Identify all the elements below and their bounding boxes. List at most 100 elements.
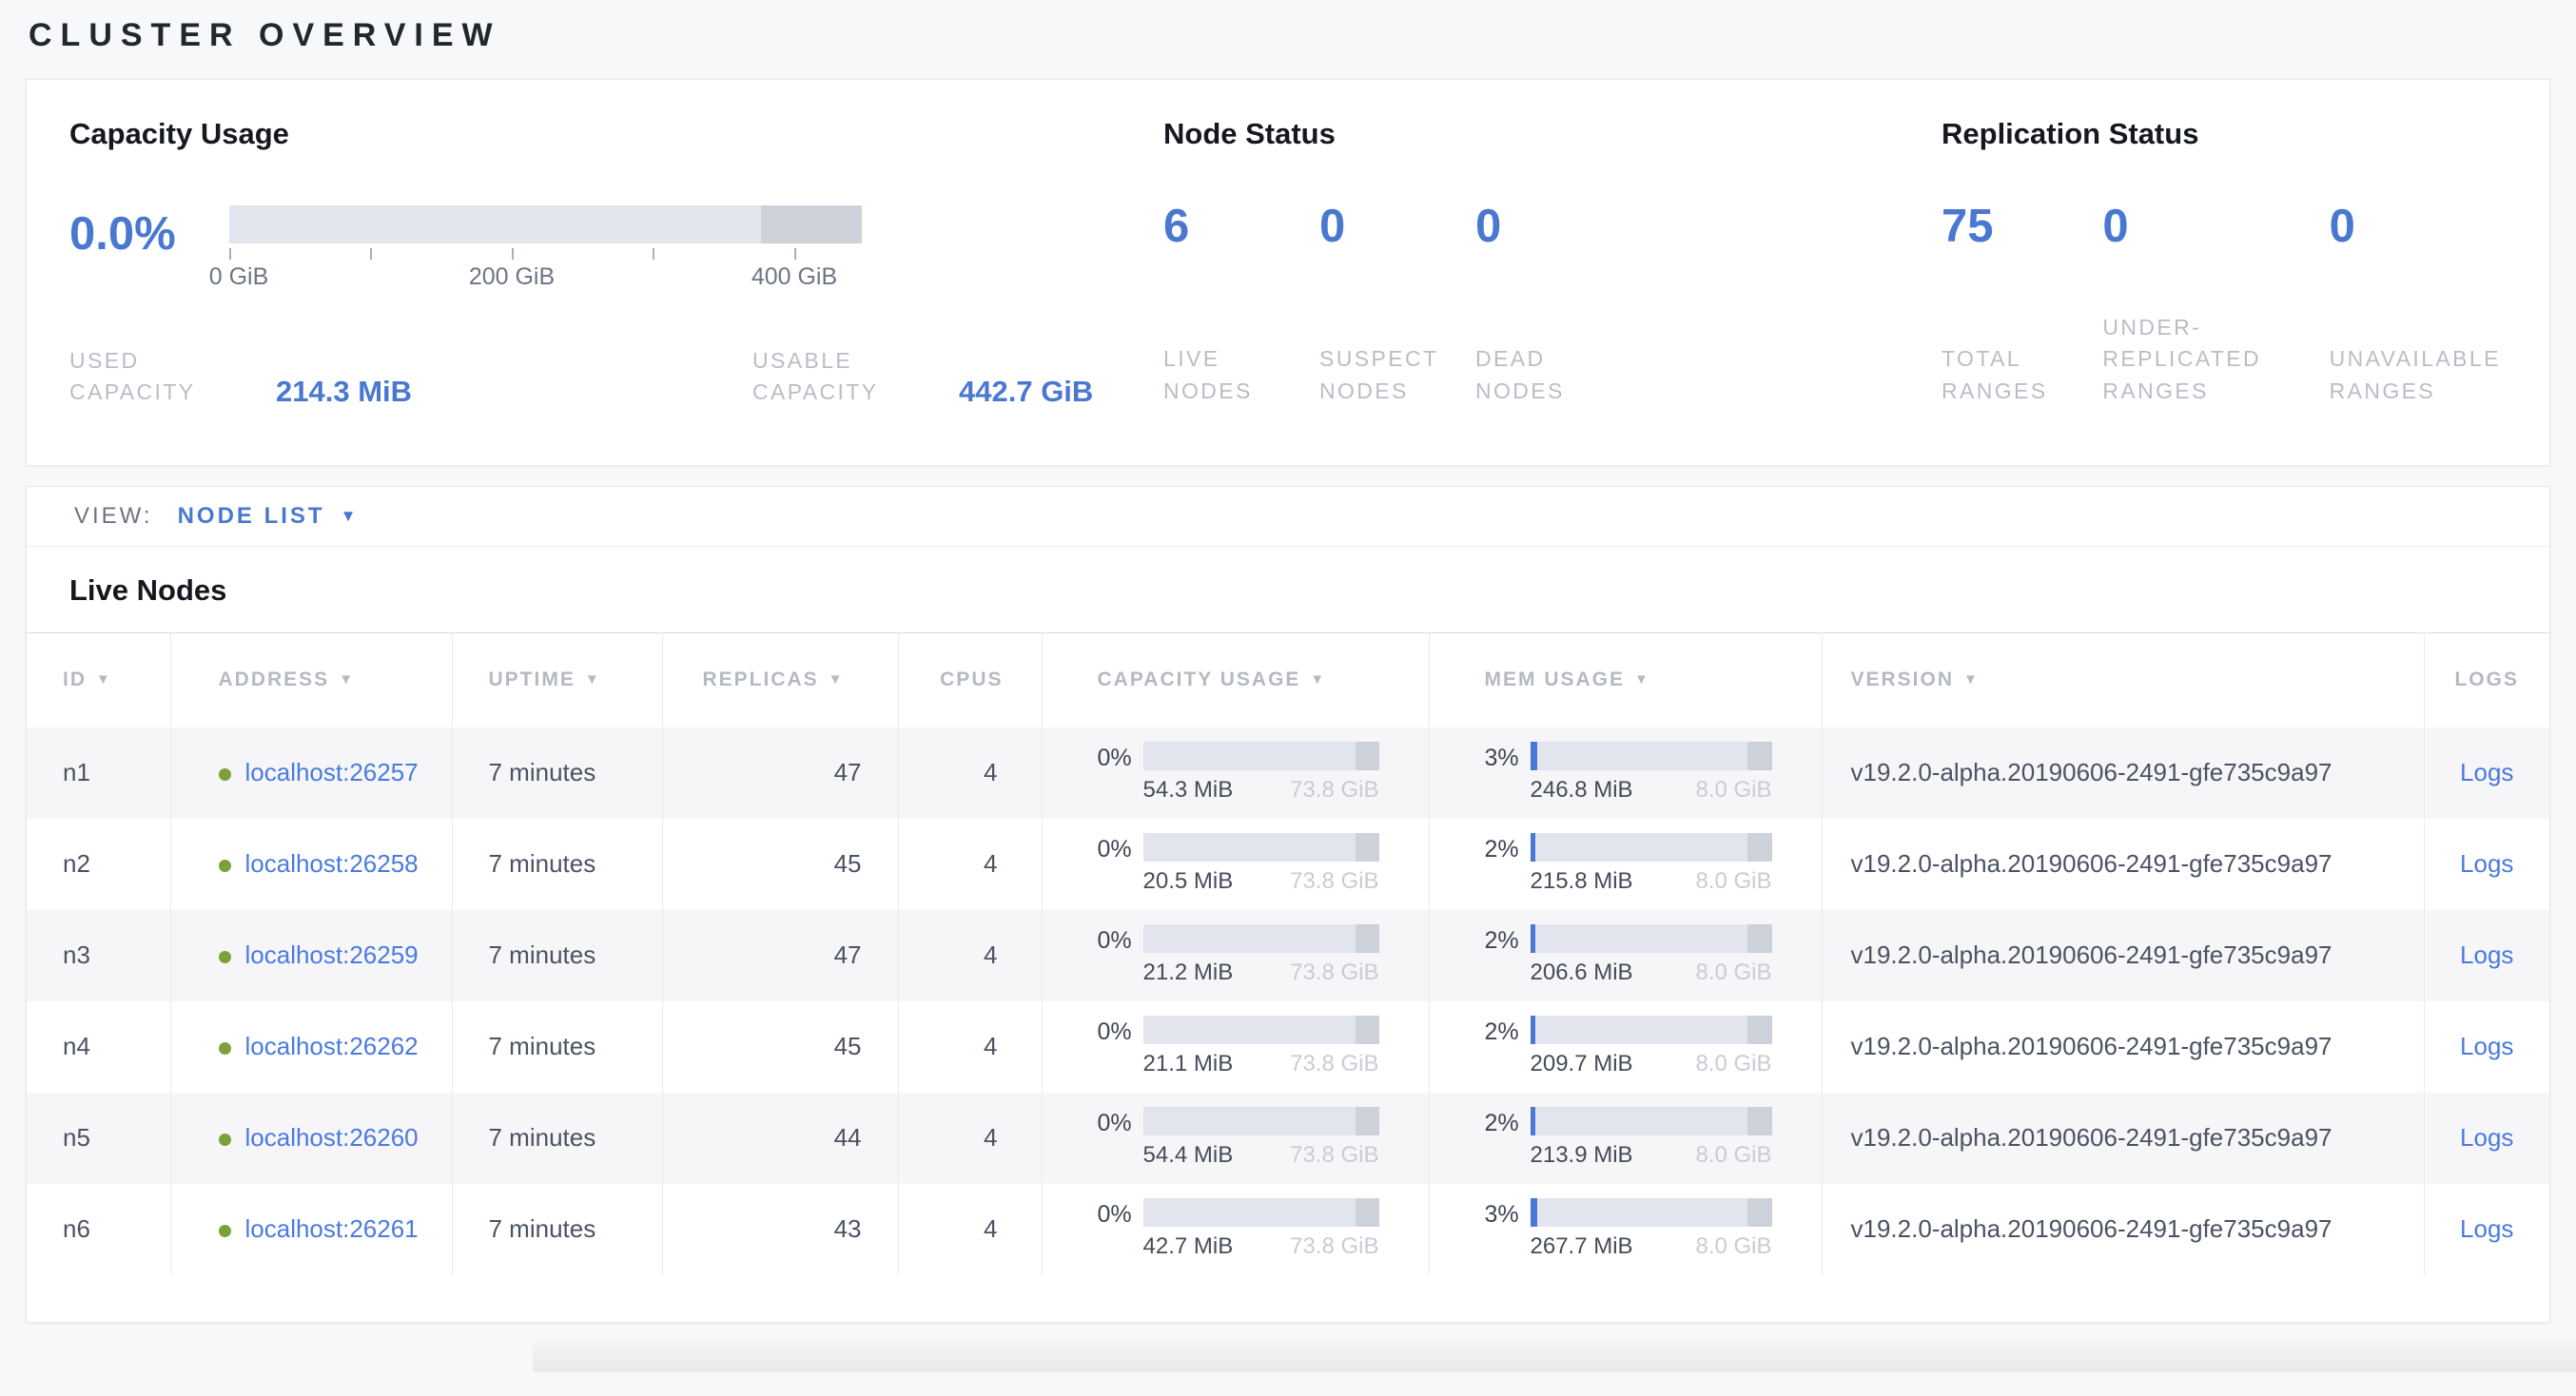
column-header-address[interactable]: ADDRESS▼ xyxy=(170,633,452,727)
mem-used-value: 206.6 MiB xyxy=(1531,960,1633,986)
capacity-bar-track xyxy=(229,205,862,243)
stat-value: 75 xyxy=(1942,204,2102,250)
stat-value: 6 xyxy=(1163,204,1319,250)
table-row: n1 localhost:26257 7 minutes 47 4 0% 54.… xyxy=(27,727,2549,819)
cpus-cell: 4 xyxy=(898,1093,1042,1184)
replicas-cell: 45 xyxy=(662,1001,898,1093)
cpus-cell: 4 xyxy=(898,1001,1042,1093)
live-nodes-heading: Live Nodes xyxy=(69,573,2549,608)
capacity-total-value: 73.8 GiB xyxy=(1290,777,1378,804)
capacity-percent-label: 0% xyxy=(1098,924,1143,955)
table-row: n4 localhost:26262 7 minutes 45 4 0% 21.… xyxy=(27,1001,2549,1093)
column-header-cpus: CPUS▼ xyxy=(898,633,1042,727)
node-address-cell: localhost:26261 xyxy=(170,1184,452,1275)
mem-usage-cell: 2% 209.7 MiB8.0 GiB xyxy=(1429,1001,1822,1093)
column-header-uptime[interactable]: UPTIME▼ xyxy=(452,633,662,727)
node-address-link[interactable]: localhost:26259 xyxy=(245,940,419,969)
sort-desc-icon: ▼ xyxy=(585,671,601,688)
used-capacity-label: USED CAPACITY xyxy=(69,345,226,409)
page-title: CLUSTER OVERVIEW xyxy=(29,17,2576,54)
column-header-id[interactable]: ID▼ xyxy=(27,633,170,727)
node-live-status-dot xyxy=(219,951,231,963)
capacity-usage-bar xyxy=(1143,1107,1379,1135)
usable-capacity-value: 442.7 GiB xyxy=(959,375,1093,409)
mem-percent-label: 2% xyxy=(1485,1016,1531,1046)
capacity-total-value: 73.8 GiB xyxy=(1290,1233,1378,1260)
logs-link[interactable]: Logs xyxy=(2460,940,2513,969)
replicas-cell: 43 xyxy=(662,1184,898,1275)
logs-link[interactable]: Logs xyxy=(2460,1032,2513,1060)
stat-value: 0 xyxy=(2102,204,2329,250)
capacity-percent-label: 0% xyxy=(1098,1016,1143,1046)
version-cell: v19.2.0-alpha.20190606-2491-gfe735c9a97 xyxy=(1822,1001,2424,1093)
node-id-cell: n5 xyxy=(27,1093,170,1184)
node-status-section: Node Status 6 LIVE NODES 0 SUSPECT NODES… xyxy=(1163,80,1942,465)
capacity-used-value: 20.5 MiB xyxy=(1143,868,1234,895)
logs-cell: Logs xyxy=(2424,910,2549,1001)
node-live-status-dot xyxy=(219,768,231,781)
sort-desc-icon: ▼ xyxy=(1963,671,1980,688)
stat-label: UNAVAILABLE RANGES xyxy=(2330,343,2549,407)
mem-percent-label: 3% xyxy=(1485,742,1531,772)
logs-link[interactable]: Logs xyxy=(2460,758,2513,786)
node-address-cell: localhost:26260 xyxy=(170,1093,452,1184)
mem-total-value: 8.0 GiB xyxy=(1695,1233,1771,1260)
node-address-link[interactable]: localhost:26258 xyxy=(245,849,419,878)
logs-cell: Logs xyxy=(2424,1093,2549,1184)
capacity-usage-cell: 0% 54.4 MiB73.8 GiB xyxy=(1042,1093,1429,1184)
mem-percent-label: 2% xyxy=(1485,924,1531,955)
mem-percent-label: 2% xyxy=(1485,833,1531,863)
mem-percent-label: 3% xyxy=(1485,1198,1531,1229)
mem-total-value: 8.0 GiB xyxy=(1695,960,1771,986)
logs-cell: Logs xyxy=(2424,1001,2549,1093)
dropdown-caret-icon[interactable]: ▼ xyxy=(341,507,357,526)
capacity-usage-section: Capacity Usage 0.0% 0 GiB 200 GiB 400 Gi… xyxy=(69,80,1163,465)
capacity-used-value: 54.3 MiB xyxy=(1143,777,1234,804)
node-address-link[interactable]: localhost:26261 xyxy=(245,1214,419,1243)
capacity-total-value: 73.8 GiB xyxy=(1290,868,1378,895)
view-selector-bar: VIEW: NODE LIST ▼ xyxy=(27,487,2549,547)
stat-value: 0 xyxy=(2330,204,2549,250)
capacity-percent-label: 0% xyxy=(1098,833,1143,863)
column-header-mem-usage[interactable]: MEM USAGE▼ xyxy=(1429,633,1822,727)
node-address-link[interactable]: localhost:26257 xyxy=(245,758,419,786)
sort-desc-icon: ▼ xyxy=(339,671,355,688)
capacity-used-value: 42.7 MiB xyxy=(1143,1233,1234,1260)
axis-tick-label: 200 GiB xyxy=(469,263,555,291)
node-address-link[interactable]: localhost:26262 xyxy=(245,1032,419,1060)
logs-link[interactable]: Logs xyxy=(2460,1214,2513,1243)
table-row: n6 localhost:26261 7 minutes 43 4 0% 42.… xyxy=(27,1184,2549,1275)
column-header-replicas[interactable]: REPLICAS▼ xyxy=(662,633,898,727)
mem-used-value: 267.7 MiB xyxy=(1531,1233,1633,1260)
page-bottom-area xyxy=(0,1323,2576,1372)
capacity-total-value: 73.8 GiB xyxy=(1290,1051,1378,1077)
capacity-usage-cell: 0% 54.3 MiB 73.8 GiB xyxy=(1042,727,1429,819)
node-id-cell: n4 xyxy=(27,1001,170,1093)
capacity-percent-label: 0% xyxy=(1098,742,1143,772)
table-row: n3 localhost:26259 7 minutes 47 4 0% 21.… xyxy=(27,910,2549,1001)
node-address-cell: localhost:26259 xyxy=(170,910,452,1001)
capacity-total-value: 73.8 GiB xyxy=(1290,960,1378,986)
mem-percent-label: 2% xyxy=(1485,1107,1531,1137)
capacity-usage-heading: Capacity Usage xyxy=(69,114,1163,154)
version-cell: v19.2.0-alpha.20190606-2491-gfe735c9a97 xyxy=(1822,1093,2424,1184)
usable-capacity-label: USABLE CAPACITY xyxy=(752,345,909,409)
capacity-usage-cell: 0% 42.7 MiB73.8 GiB xyxy=(1042,1184,1429,1275)
mem-total-value: 8.0 GiB xyxy=(1695,1142,1771,1169)
logs-link[interactable]: Logs xyxy=(2460,1123,2513,1152)
total-ranges-stat: 75 TOTAL RANGES xyxy=(1942,204,2102,407)
column-header-version[interactable]: VERSION▼ xyxy=(1822,633,2424,727)
suspect-nodes-stat: 0 SUSPECT NODES xyxy=(1319,204,1475,407)
node-list-dropdown[interactable]: NODE LIST xyxy=(178,503,325,530)
live-nodes-table: ID▼ ADDRESS▼ UPTIME▼ REPLICAS▼ CPUS▼ CAP… xyxy=(27,632,2549,1275)
node-live-status-dot xyxy=(219,1134,231,1146)
mem-total-value: 8.0 GiB xyxy=(1695,777,1771,804)
column-header-capacity-usage[interactable]: CAPACITY USAGE▼ xyxy=(1042,633,1429,727)
stat-label: SUSPECT NODES xyxy=(1319,343,1453,407)
mem-used-value: 209.7 MiB xyxy=(1531,1051,1633,1077)
node-address-link[interactable]: localhost:26260 xyxy=(245,1123,419,1152)
logs-link[interactable]: Logs xyxy=(2460,849,2513,878)
capacity-usage-bar xyxy=(1143,1016,1379,1044)
capacity-used-value: 54.4 MiB xyxy=(1143,1142,1234,1169)
replication-status-section: Replication Status 75 TOTAL RANGES 0 UND… xyxy=(1942,80,2549,465)
